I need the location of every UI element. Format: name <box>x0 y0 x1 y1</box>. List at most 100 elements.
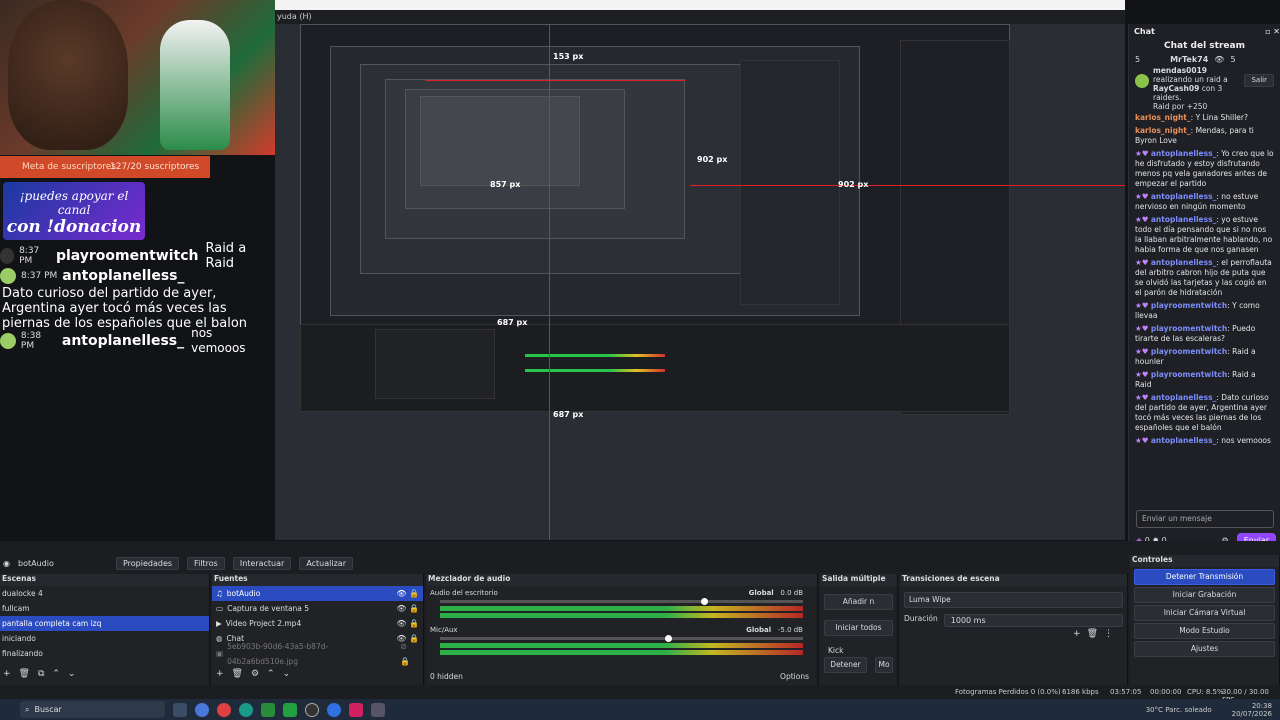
app-icon[interactable] <box>349 702 363 717</box>
start-virtual-camera-button[interactable]: Iniciar Cámara Virtual <box>1134 605 1275 621</box>
menu-bar[interactable]: yuda (H) <box>275 10 1125 24</box>
slider-handle[interactable] <box>701 598 709 605</box>
scene-item[interactable]: iniciando <box>0 631 209 646</box>
stop-output-button[interactable]: Detener <box>824 657 867 673</box>
chat-user[interactable]: playroomentwitch <box>1151 370 1227 379</box>
badge-icon: ★♥ <box>1135 301 1149 310</box>
volume-slider[interactable] <box>440 635 803 642</box>
volume-slider[interactable] <box>440 598 803 605</box>
studio-mode-button[interactable]: Modo Estudio <box>1134 623 1275 639</box>
raid-user: mendas0019 <box>1153 66 1208 75</box>
eye-hidden-icon[interactable]: ⊘ 🔒 <box>400 639 419 669</box>
bitrate: 6186 kbps <box>1062 688 1099 696</box>
chat-user: antoplanelless_ <box>61 333 185 349</box>
more-button[interactable]: Mo <box>875 657 893 673</box>
preview-canvas[interactable] <box>300 24 1010 415</box>
transition-select[interactable]: Luma Wipe <box>904 592 1123 608</box>
globe-icon: ◍ <box>216 634 223 643</box>
chat-message: ★♥ antoplanelless_: Yo creo que lo he di… <box>1135 149 1274 188</box>
cpu-usage: CPU: 8.5% <box>1187 688 1224 696</box>
channel-name[interactable]: MrTek74 <box>1170 55 1208 64</box>
taskbar-search[interactable]: ⌕ Buscar <box>20 701 165 718</box>
stop-streaming-button[interactable]: Detener Transmisión <box>1134 569 1275 585</box>
measure-label: 902 px <box>697 155 728 164</box>
slider-handle[interactable] <box>665 635 673 642</box>
chat-user[interactable]: playroomentwitch <box>1151 324 1227 333</box>
chat-input[interactable]: Enviar un mensaje <box>1136 510 1274 528</box>
measure-label: 153 px <box>553 52 584 61</box>
hidden-count[interactable]: 0 hidden <box>430 672 463 681</box>
channel-name[interactable]: Audio del escritorio <box>430 589 498 597</box>
scene-item[interactable]: fullcam <box>0 601 209 616</box>
leave-raid-button[interactable]: Salir <box>1244 74 1274 87</box>
close-icon[interactable]: ▫ ✕ <box>1265 27 1280 36</box>
raid-target: RayCash09 <box>1153 84 1200 93</box>
chat-user[interactable]: antoplanelless_ <box>1151 192 1216 201</box>
chat-user[interactable]: antoplanelless_ <box>1151 393 1216 402</box>
mixer-footer: 0 hidden Options <box>430 672 809 681</box>
app-icon[interactable] <box>327 702 341 717</box>
transition-actions[interactable]: +🗑⋮ <box>1073 629 1119 639</box>
eye-icon[interactable]: 👁 🔒 <box>396 616 419 631</box>
start-all-button[interactable]: Iniciar todos <box>824 620 893 636</box>
chat-user[interactable]: playroomentwitch <box>1151 347 1227 356</box>
chat-user[interactable]: antoplanelless_ <box>1151 149 1216 158</box>
filters-button[interactable]: Filtros <box>187 556 225 570</box>
chat-user[interactable]: antoplanelless_ <box>1151 436 1216 445</box>
chrome-icon[interactable] <box>217 702 231 717</box>
nested-chat-panel <box>740 60 840 305</box>
avatar <box>0 248 15 264</box>
duration-label: Duración <box>904 614 938 623</box>
interact-button[interactable]: Interactuar <box>232 556 292 570</box>
scene-item[interactable]: dualocke 4 <box>0 586 209 601</box>
source-label: 5eb903b-90d6-43a5-b87d-04b2a6bd510e.jpg <box>227 641 329 666</box>
eye-icon[interactable]: 👁 🔒 <box>396 586 419 601</box>
nested-meter <box>525 354 665 357</box>
badge-icon: ★♥ <box>1135 192 1149 201</box>
browser-icon[interactable] <box>195 702 209 717</box>
measure-label: 687 px <box>553 410 584 419</box>
recursive-preview: yuda (H) 153 px 902 px 902 px 687 px 687… <box>275 0 1125 540</box>
sources-title: Fuentes <box>212 574 423 586</box>
chat-user[interactable]: playroomentwitch <box>1151 301 1227 310</box>
source-actions[interactable]: +🗑⚙⌃⌄ <box>216 669 298 679</box>
source-item[interactable]: ▭ Captura de ventana 5 👁 🔒 <box>212 601 423 616</box>
obs-main-docks: ◉ botAudio Propiedades Filtros Interactu… <box>0 541 1280 699</box>
source-item[interactable]: ▶ Video Project 2.mp4 👁 🔒 <box>212 616 423 631</box>
mixer-options-button[interactable]: Options <box>780 672 809 681</box>
subgoal-label: Meta de suscriptores <box>22 162 117 172</box>
app-icon[interactable] <box>283 702 297 717</box>
footballer-image <box>160 20 230 150</box>
scene-actions[interactable]: +🗑⧉⌃⌄ <box>3 669 83 679</box>
app-icon[interactable] <box>239 702 253 717</box>
chat-message: ★♥ playroomentwitch: Y como llevaa <box>1135 301 1260 320</box>
add-output-button[interactable]: Añadir n <box>824 594 893 610</box>
eye-icon[interactable]: 👁 🔒 <box>396 601 419 616</box>
source-item-selected[interactable]: ♫ botAudio 👁 🔒 <box>212 586 423 601</box>
duration-input[interactable]: 1000 ms <box>943 614 1123 627</box>
refresh-button[interactable]: Actualizar <box>299 556 353 570</box>
properties-button[interactable]: Propiedades <box>115 556 180 570</box>
app-icon[interactable] <box>371 702 385 717</box>
obs-status-bar: Fotogramas Perdidos 0 (0.0%) 6186 kbps 0… <box>0 685 1280 704</box>
nested-frame <box>420 96 580 186</box>
chat-user[interactable]: antoplanelless_ <box>1151 258 1216 267</box>
channel-row: 5 MrTek74 👁 5 <box>1129 55 1280 64</box>
chat-user[interactable]: karlos_night_ <box>1135 126 1191 135</box>
scene-item[interactable]: finalizando <box>0 646 209 661</box>
clock-date: 20/07/2026 <box>1231 709 1272 718</box>
source-item[interactable]: ▣ 5eb903b-90d6-43a5-b87d-04b2a6bd510e.jpg… <box>212 642 423 666</box>
start-recording-button[interactable]: Iniciar Grabación <box>1134 587 1275 603</box>
clock[interactable]: 20:38 20/07/2026 <box>1232 702 1272 718</box>
app-icon[interactable] <box>261 702 275 717</box>
chat-user[interactable]: karlos_night_ <box>1135 113 1191 122</box>
chat-dock-header: Chat ▫ ✕ <box>1129 24 1280 38</box>
weather[interactable]: 30°C Parc. soleado <box>1146 706 1212 714</box>
settings-button[interactable]: Ajustes <box>1134 641 1275 657</box>
task-view-icon[interactable] <box>173 702 187 717</box>
chat-user[interactable]: antoplanelless_ <box>1151 215 1216 224</box>
obs-icon[interactable] <box>305 702 319 717</box>
scene-item-selected[interactable]: pantalla completa cam izq <box>0 616 209 631</box>
channel-name[interactable]: Mic/Aux <box>430 626 458 634</box>
chat-message: ★♥ playroomentwitch: Raid a Raid <box>1135 370 1256 389</box>
